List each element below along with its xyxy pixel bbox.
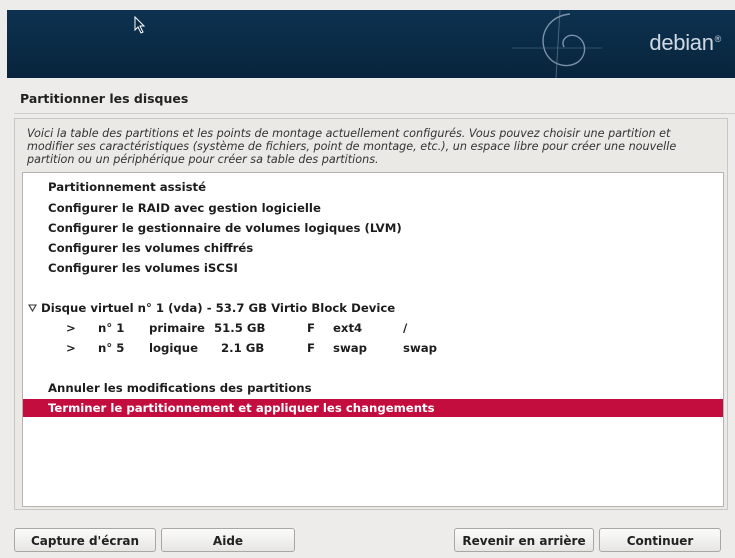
disk-label: Disque virtuel n° 1 (vda) - 53.7 GB Virt… xyxy=(41,301,396,315)
main-content: Partitionner les disques Voici la table … xyxy=(7,80,735,510)
expand-triangle-icon xyxy=(28,304,37,312)
list-item-partition-5[interactable]: > n° 5 logique 2.1 GB F swap swap xyxy=(23,339,723,357)
partition-number: n° 1 xyxy=(98,321,125,335)
chevron-right-icon: > xyxy=(66,321,76,335)
continue-button[interactable]: Continuer xyxy=(599,528,721,552)
list-item-label: Configurer les volumes chiffrés xyxy=(48,241,254,255)
debian-swirl-icon xyxy=(512,10,602,78)
debian-banner: debian® xyxy=(7,10,735,78)
list-item-guided[interactable]: Partitionnement assisté xyxy=(23,178,723,196)
list-item-lvm[interactable]: Configurer le gestionnaire de volumes lo… xyxy=(23,219,723,237)
partition-list[interactable]: Partitionnement assisté Configurer le RA… xyxy=(22,172,724,507)
back-button[interactable]: Revenir en arrière xyxy=(454,528,594,552)
intro-text: Voici la table des partitions et les poi… xyxy=(27,127,677,166)
partition-mount: / xyxy=(403,321,408,335)
partition-number: n° 5 xyxy=(98,341,125,355)
list-item-iscsi[interactable]: Configurer les volumes iSCSI xyxy=(23,259,723,277)
partition-size: 2.1 GB xyxy=(221,341,265,355)
partition-flag: F xyxy=(307,321,315,335)
partition-flag: F xyxy=(307,341,315,355)
list-item-partition-1[interactable]: > n° 1 primaire 51.5 GB F ext4 / xyxy=(23,319,723,337)
chevron-right-icon: > xyxy=(66,341,76,355)
list-item-undo[interactable]: Annuler les modifications des partitions xyxy=(23,379,723,397)
list-item-encrypted[interactable]: Configurer les volumes chiffrés xyxy=(23,239,723,257)
help-button[interactable]: Aide xyxy=(161,528,295,552)
list-item-raid[interactable]: Configurer le RAID avec gestion logiciel… xyxy=(23,199,723,217)
list-item-label: Annuler les modifications des partitions xyxy=(48,381,312,395)
mouse-cursor-icon xyxy=(134,16,146,34)
list-item-finish[interactable]: Terminer le partitionnement et appliquer… xyxy=(23,399,723,417)
screenshot-button[interactable]: Capture d'écran xyxy=(14,528,156,552)
partition-type: primaire xyxy=(149,321,205,335)
title-divider xyxy=(14,113,735,114)
list-item-label: Partitionnement assisté xyxy=(48,180,207,194)
partition-size: 51.5 GB xyxy=(214,321,266,335)
partition-panel: Voici la table des partitions et les poi… xyxy=(14,118,728,510)
partition-mount: swap xyxy=(403,341,438,355)
debian-logo: debian® xyxy=(649,30,721,56)
partition-fs: swap xyxy=(333,341,368,355)
list-item-label: Configurer le gestionnaire de volumes lo… xyxy=(48,221,402,235)
logo-text: debian xyxy=(649,30,714,55)
page-title: Partitionner les disques xyxy=(20,91,189,106)
button-bar: Capture d'écran Aide Revenir en arrière … xyxy=(0,518,735,552)
partition-fs: ext4 xyxy=(333,321,363,335)
logo-mark: ® xyxy=(714,33,722,44)
list-item-label: Configurer les volumes iSCSI xyxy=(48,261,238,275)
list-item-label: Configurer le RAID avec gestion logiciel… xyxy=(48,201,321,215)
list-item-label: Terminer le partitionnement et appliquer… xyxy=(48,401,435,415)
list-item-disk[interactable]: Disque virtuel n° 1 (vda) - 53.7 GB Virt… xyxy=(23,299,723,317)
partition-type: logique xyxy=(149,341,199,355)
